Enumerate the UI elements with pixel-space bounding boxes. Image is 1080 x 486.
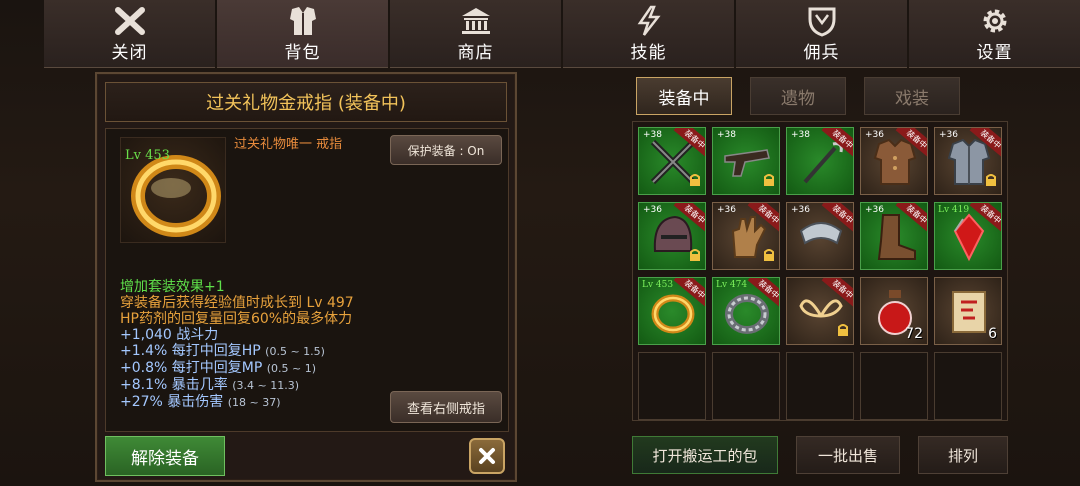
inventory-slot-empty[interactable] <box>712 352 780 420</box>
stat-range: (18 ~ 37) <box>227 396 281 409</box>
stack-count: 72 <box>905 326 923 342</box>
shield-icon <box>807 4 837 38</box>
gold-ring-icon: Lv 453 <box>120 137 226 243</box>
nav-label: 佣兵 <box>803 43 840 63</box>
close-icon <box>113 4 147 38</box>
nav-skill-button[interactable]: 技能 <box>563 0 734 68</box>
stat-line: 增加套装效果+1 <box>120 279 225 295</box>
inventory-grid: +38 装备中 +38 +38 装备中 +36 装备中 +36 装备中 +36 装备中 +36 装备中 +… <box>632 121 1008 421</box>
enhance-level: +36 <box>791 205 810 215</box>
item-detail-panel: 过关礼物金戒指 (装备中) Lv 453 过关礼物唯一 戒指 保护装备 : On… <box>95 72 517 482</box>
inventory-slot[interactable]: +36 装备中 <box>638 202 706 270</box>
nav-label: 技能 <box>630 43 667 63</box>
inventory-slot[interactable]: +38 装备中 <box>786 127 854 195</box>
unequip-button[interactable]: 解除装备 <box>105 436 225 476</box>
gear-icon <box>979 4 1011 38</box>
inventory-slot[interactable]: 6 <box>934 277 1002 345</box>
lock-icon <box>984 172 998 191</box>
nav-bag-button[interactable]: 背包 <box>217 0 388 68</box>
view-right-ring-button[interactable]: 查看右侧戒指 <box>390 391 502 423</box>
inventory-slot[interactable]: 装备中 <box>786 277 854 345</box>
lock-icon <box>762 172 776 191</box>
item-level-tag: Lv 453 <box>642 280 674 290</box>
open-porter-bag-button[interactable]: 打开搬运工的包 <box>632 436 778 474</box>
lock-icon <box>688 247 702 266</box>
inventory-slot-empty[interactable] <box>786 352 854 420</box>
inventory-actions: 打开搬运工的包 一批出售 排列 <box>632 436 1008 474</box>
stack-count: 6 <box>988 326 997 342</box>
stat-text: +0.8% 每打中回复MP <box>120 360 263 376</box>
stat-range: (3.4 ~ 11.3) <box>232 379 299 392</box>
inventory-slot[interactable]: +36 装备中 <box>934 127 1002 195</box>
inventory-slot[interactable]: +36 装备中 <box>712 202 780 270</box>
stat-line: +27% 暴击伤害 (18 ~ 37) <box>120 394 354 411</box>
stat-text: +1.4% 每打中回复HP <box>120 343 261 359</box>
stat-line: +0.8% 每打中回复MP (0.5 ~ 1) <box>120 360 354 377</box>
inventory-slot[interactable]: Lv 419 装备中 <box>934 202 1002 270</box>
sort-button[interactable]: 排列 <box>918 436 1008 474</box>
inventory-slot-empty[interactable] <box>860 352 928 420</box>
inventory-slot-empty[interactable] <box>638 352 706 420</box>
lock-icon <box>688 172 702 191</box>
nav-label: 商店 <box>457 43 494 63</box>
nav-mercenary-button[interactable]: 佣兵 <box>736 0 907 68</box>
inventory-slot[interactable]: +38 装备中 <box>638 127 706 195</box>
inventory-slot[interactable]: Lv 453 装备中 <box>638 277 706 345</box>
enhance-level: +36 <box>939 130 958 140</box>
stat-line: +1.4% 每打中回复HP (0.5 ~ 1.5) <box>120 343 354 360</box>
tab-relics[interactable]: 遗物 <box>750 77 846 115</box>
inventory-slot[interactable]: +36 装备中 <box>860 127 928 195</box>
tab-costumes[interactable]: 戏装 <box>864 77 960 115</box>
stat-line: HP药剂的回复量回复60%的最多体力 <box>120 311 353 327</box>
inventory-slot[interactable]: +38 <box>712 127 780 195</box>
nav-settings-button[interactable]: 设置 <box>909 0 1080 68</box>
item-name: 过关礼物唯一 戒指 <box>234 137 343 152</box>
close-panel-button[interactable] <box>469 438 505 474</box>
item-info-box: Lv 453 过关礼物唯一 戒指 保护装备 : On 增加套装效果+1 穿装备后… <box>105 128 509 432</box>
enhance-level: +38 <box>717 130 736 140</box>
inventory-slot-empty[interactable] <box>934 352 1002 420</box>
top-nav: 关闭 背包 商店 技能 佣兵 设置 <box>44 0 1080 68</box>
tab-equipped[interactable]: 装备中 <box>636 77 732 115</box>
stat-line: +8.1% 暴击几率 (3.4 ~ 11.3) <box>120 377 354 394</box>
inventory-slot[interactable]: Lv 474 装备中 <box>712 277 780 345</box>
stat-range: (0.5 ~ 1) <box>266 362 317 375</box>
stat-text: +27% 暴击伤害 <box>120 394 224 410</box>
enhance-level: +38 <box>791 130 810 140</box>
nav-label: 背包 <box>284 43 321 63</box>
bulk-sell-button[interactable]: 一批出售 <box>796 436 900 474</box>
enhance-level: +36 <box>865 130 884 140</box>
item-level: Lv 453 <box>125 148 170 163</box>
item-level-tag: Lv 474 <box>716 280 748 290</box>
inventory-slot[interactable]: 72 <box>860 277 928 345</box>
enhance-level: +36 <box>865 205 884 215</box>
item-level-tag: Lv 419 <box>938 205 970 215</box>
protect-equipment-button[interactable]: 保护装备 : On <box>390 135 502 165</box>
nav-label: 关闭 <box>111 43 148 63</box>
armor-icon <box>286 4 320 38</box>
stat-line: +1,040 战斗力 <box>120 327 219 343</box>
skill-icon <box>634 4 664 38</box>
enhance-level: +38 <box>643 130 662 140</box>
item-title: 过关礼物金戒指 (装备中) <box>105 82 507 122</box>
inventory-slot[interactable]: +36 装备中 <box>860 202 928 270</box>
inventory-slot[interactable]: +36 装备中 <box>786 202 854 270</box>
nav-shop-button[interactable]: 商店 <box>390 0 561 68</box>
shop-icon <box>459 4 493 38</box>
stat-range: (0.5 ~ 1.5) <box>265 345 325 358</box>
lock-icon <box>836 322 850 341</box>
inventory-tabs: 装备中 遗物 戏装 <box>636 77 960 115</box>
nav-close-button[interactable]: 关闭 <box>44 0 215 68</box>
enhance-level: +36 <box>643 205 662 215</box>
stat-text: +8.1% 暴击几率 <box>120 377 228 393</box>
lock-icon <box>762 247 776 266</box>
item-stats: 增加套装效果+1 穿装备后获得经验值时成长到 Lv 497 HP药剂的回复量回复… <box>120 279 354 411</box>
nav-label: 设置 <box>976 43 1013 63</box>
stat-line: 穿装备后获得经验值时成长到 Lv 497 <box>120 295 354 311</box>
enhance-level: +36 <box>717 205 736 215</box>
close-icon <box>479 448 495 464</box>
